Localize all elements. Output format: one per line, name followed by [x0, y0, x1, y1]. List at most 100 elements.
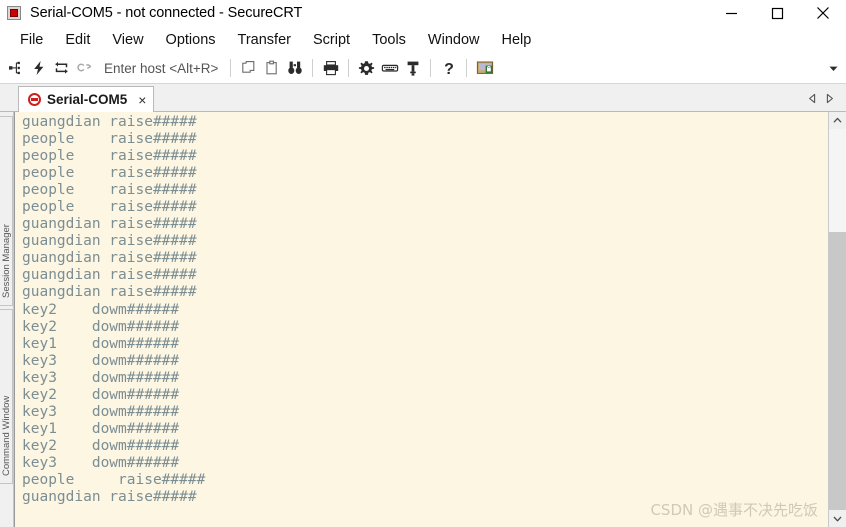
- scroll-track[interactable]: [829, 129, 846, 510]
- find-icon: [288, 61, 302, 74]
- close-button[interactable]: [800, 0, 846, 26]
- scroll-thumb[interactable]: [829, 231, 846, 510]
- svg-text:?: ?: [444, 61, 454, 77]
- terminal-line: people raise#####: [22, 471, 206, 488]
- paste-icon: [266, 60, 277, 75]
- disconnected-icon: [28, 93, 41, 106]
- help-icon: ?: [444, 61, 454, 77]
- menu-bar: File Edit View Options Transfer Script T…: [0, 26, 846, 53]
- terminal-line: guangdian raise#####: [22, 284, 197, 301]
- terminal-area: guangdian raise##### people raise##### peo…: [14, 112, 846, 527]
- tab-serial-com5[interactable]: Serial-COM5 ×: [18, 86, 155, 112]
- copy-button[interactable]: [237, 55, 260, 81]
- toolbar-separator-4: [430, 59, 432, 77]
- terminal-line: key2 dowm######: [22, 386, 180, 403]
- terminal-line: people raise#####: [22, 148, 197, 165]
- menu-item-edit[interactable]: Edit: [54, 30, 101, 50]
- help-button[interactable]: ?: [437, 55, 460, 81]
- chevron-left-icon: [809, 93, 816, 104]
- menu-item-file[interactable]: File: [9, 30, 54, 50]
- toolbar-separator-3: [348, 59, 350, 77]
- toolbar: Enter host <Alt+R> ?: [0, 53, 846, 84]
- terminal-line: guangdian raise#####: [22, 114, 197, 130]
- terminal-line: guangdian raise#####: [22, 233, 197, 250]
- terminal-line: guangdian raise#####: [22, 267, 197, 284]
- paste-button[interactable]: [260, 55, 283, 81]
- menu-item-transfer[interactable]: Transfer: [227, 30, 302, 50]
- minimize-button[interactable]: [708, 0, 754, 26]
- window-title: Serial-COM5 - not connected - SecureCRT: [30, 5, 303, 21]
- sidebar-item-command-window[interactable]: Command Window: [0, 309, 13, 484]
- terminal-line: key3 dowm######: [22, 369, 180, 386]
- session-options-button[interactable]: [355, 55, 378, 81]
- tab-strip-left-pad: [0, 84, 18, 111]
- toolbar-separator-5: [466, 59, 468, 77]
- scroll-down-button[interactable]: [829, 510, 846, 527]
- terminal-line: key1 dowm######: [22, 420, 180, 437]
- tab-prev-button[interactable]: [804, 90, 821, 107]
- terminal-line: key2 dowm######: [22, 318, 180, 335]
- host-input[interactable]: Enter host <Alt+R>: [104, 61, 218, 76]
- tab-close-button[interactable]: ×: [138, 93, 146, 107]
- print-icon: [323, 61, 339, 76]
- print-button[interactable]: [319, 55, 342, 81]
- toolbar-separator-1: [230, 59, 232, 77]
- keymap-editor-button[interactable]: [378, 55, 401, 81]
- securecrt-icon: [7, 5, 23, 21]
- new-session-button[interactable]: [4, 55, 27, 81]
- securecrt-window: Serial-COM5 - not connected - SecureCRT: [0, 0, 846, 527]
- secure-shell-icon: [476, 61, 494, 74]
- terminal-line: key3 dowm######: [22, 454, 180, 471]
- toolbar-overflow-button[interactable]: [822, 55, 844, 81]
- menu-item-script[interactable]: Script: [302, 30, 361, 50]
- terminal-line: people raise#####: [22, 182, 197, 199]
- main-area: Session Manager Command Window guangdian…: [0, 112, 846, 527]
- quick-connect-button[interactable]: [27, 55, 50, 81]
- sidebar-item-session-manager[interactable]: Session Manager: [0, 116, 13, 306]
- key-button[interactable]: [401, 55, 424, 81]
- close-icon: [817, 7, 829, 19]
- find-button[interactable]: [283, 55, 306, 81]
- disconnect-icon: [76, 63, 91, 72]
- tab-nav: [804, 90, 838, 107]
- caret-down-icon: [833, 516, 842, 522]
- terminal-output[interactable]: guangdian raise##### people raise##### peo…: [15, 112, 828, 527]
- gear-icon: [359, 60, 375, 75]
- quick-connect-icon: [33, 61, 43, 75]
- terminal-line: people raise#####: [22, 165, 197, 182]
- menu-item-tools[interactable]: Tools: [361, 30, 417, 50]
- terminal-line: guangdian raise#####: [22, 216, 197, 233]
- terminal-line: key2 dowm######: [22, 437, 180, 454]
- terminal-line: key3 dowm######: [22, 403, 180, 420]
- keyboard-icon: [381, 64, 399, 72]
- chevron-down-icon: [829, 66, 837, 71]
- reconnect-icon: [55, 61, 68, 74]
- terminal-line: key3 dowm######: [22, 352, 180, 369]
- window-controls: [708, 0, 846, 26]
- secure-shell-button[interactable]: [473, 55, 496, 81]
- terminal-line: people raise#####: [22, 131, 197, 148]
- tab-label: Serial-COM5: [47, 92, 128, 107]
- terminal-line: people raise#####: [22, 199, 197, 216]
- caret-up-icon: [833, 117, 842, 123]
- menu-item-options[interactable]: Options: [155, 30, 227, 50]
- scroll-up-button[interactable]: [829, 112, 846, 129]
- terminal-scrollbar[interactable]: [828, 112, 846, 527]
- minimize-icon: [725, 12, 737, 14]
- tab-strip: Serial-COM5 ×: [0, 84, 846, 112]
- menu-item-view[interactable]: View: [101, 30, 154, 50]
- terminal-line: guangdian raise#####: [22, 250, 197, 267]
- side-rail: Session Manager Command Window: [0, 112, 14, 527]
- copy-icon: [242, 61, 255, 73]
- tab-next-button[interactable]: [821, 90, 838, 107]
- key-icon: [407, 61, 419, 76]
- disconnect-button[interactable]: [73, 55, 96, 81]
- menu-item-window[interactable]: Window: [417, 30, 491, 50]
- maximize-button[interactable]: [754, 0, 800, 26]
- terminal-line: key1 dowm######: [22, 335, 180, 352]
- new-session-icon: [8, 61, 20, 75]
- title-bar: Serial-COM5 - not connected - SecureCRT: [0, 0, 846, 26]
- reconnect-button[interactable]: [50, 55, 73, 81]
- menu-item-help[interactable]: Help: [491, 30, 543, 50]
- maximize-icon: [771, 7, 783, 19]
